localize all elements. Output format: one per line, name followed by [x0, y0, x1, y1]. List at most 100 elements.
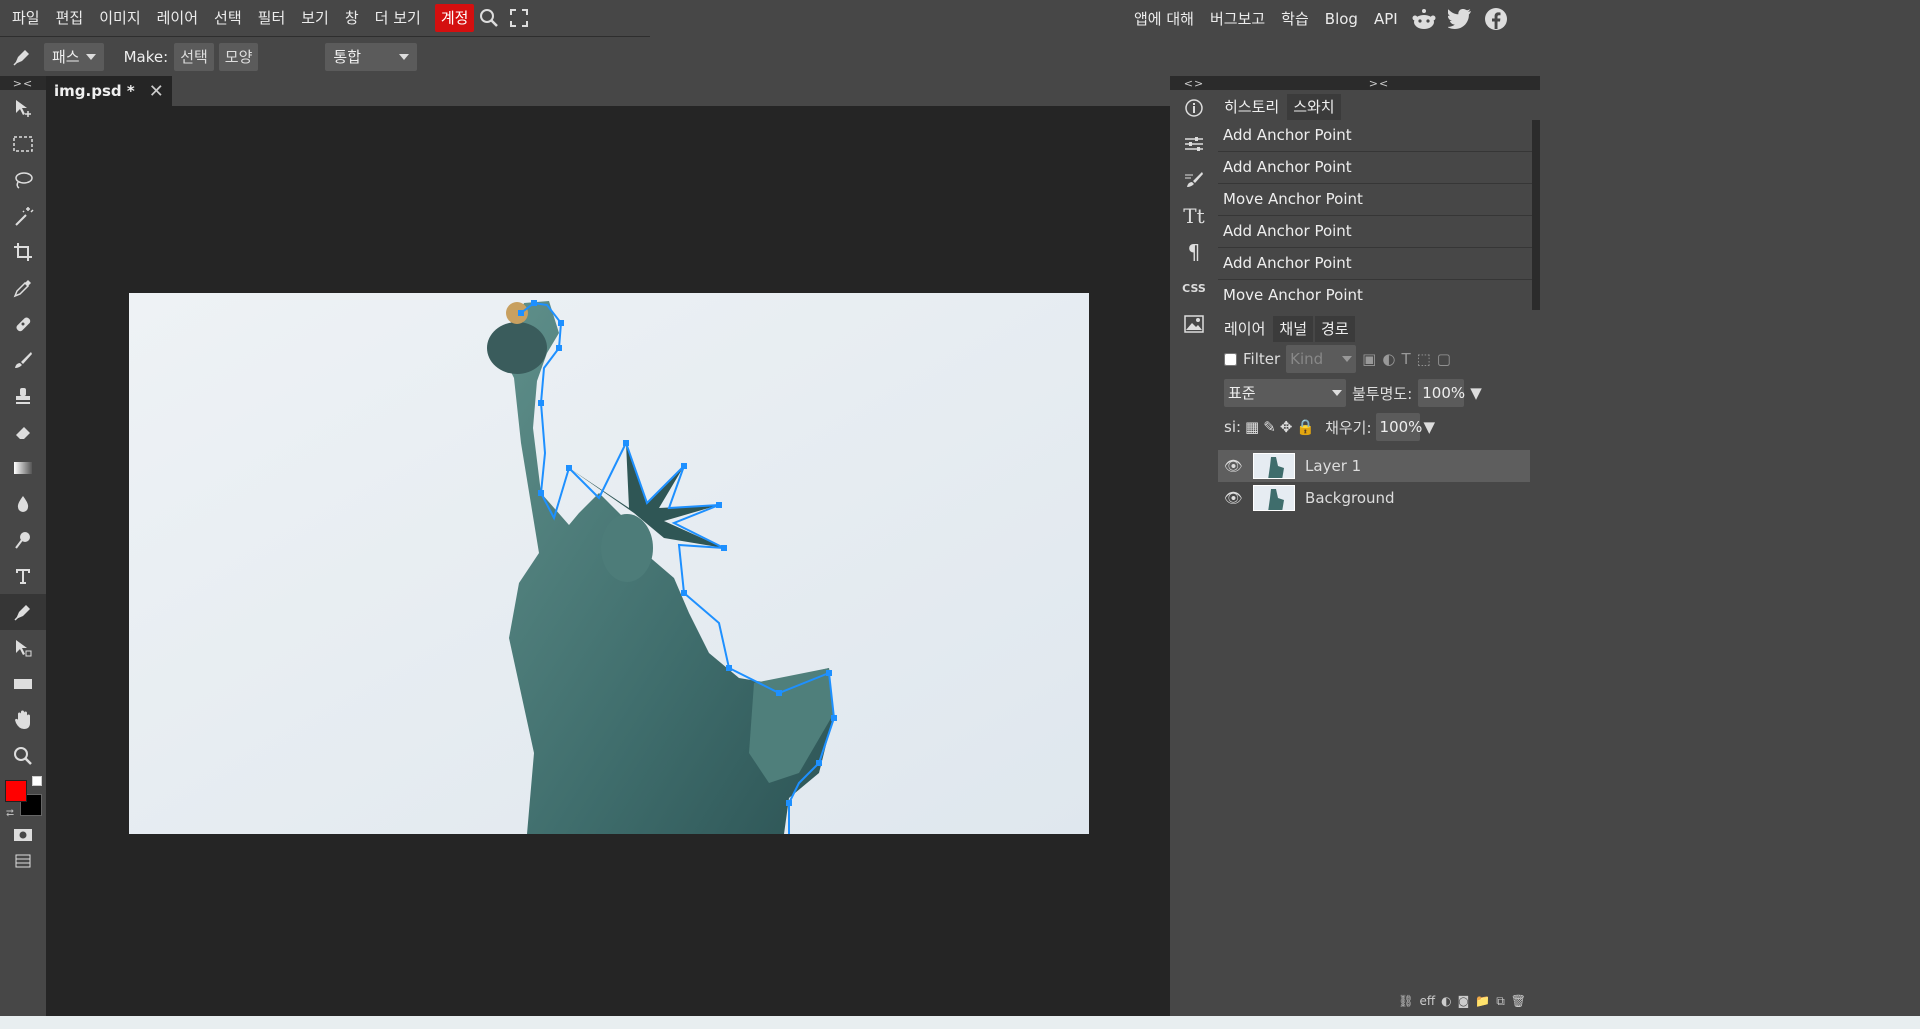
type-tool-icon[interactable] — [0, 558, 46, 594]
menu-layer[interactable]: 레이어 — [149, 4, 206, 32]
minipanel-collapse-toggle[interactable]: <> — [1170, 76, 1218, 90]
opacity-input[interactable]: 100% — [1418, 379, 1465, 407]
opacity-dropdown-icon[interactable]: ▼ — [1470, 384, 1482, 402]
document-tab[interactable]: img.psd * ✕ — [46, 76, 172, 106]
make-selection-button[interactable]: 선택 — [174, 43, 214, 71]
crop-tool-icon[interactable] — [0, 234, 46, 270]
screen-mode-icon[interactable] — [0, 848, 46, 874]
trash-icon[interactable]: 🗑 — [1511, 994, 1526, 1008]
visibility-eye-icon[interactable]: 👁 — [1224, 489, 1243, 507]
folder-icon[interactable]: 📁 — [1475, 994, 1490, 1008]
hand-tool-icon[interactable] — [0, 702, 46, 738]
new-layer-icon[interactable]: ⧉ — [1496, 994, 1505, 1009]
path-mode-dropdown[interactable]: 패스 — [44, 43, 104, 71]
menu-more[interactable]: 더 보기 — [367, 4, 429, 32]
image-canvas[interactable] — [129, 293, 1089, 834]
menu-file[interactable]: 파일 — [4, 4, 48, 32]
dodge-tool-icon[interactable] — [0, 522, 46, 558]
link-icon[interactable]: ⛓ — [1398, 994, 1413, 1008]
lock-transparency-icon[interactable]: ▦ — [1245, 418, 1259, 436]
blur-tool-icon[interactable] — [0, 486, 46, 522]
default-colors-icon[interactable] — [32, 776, 42, 786]
eyedropper-tool-icon[interactable] — [0, 270, 46, 306]
search-icon[interactable] — [474, 4, 504, 32]
zoom-tool-icon[interactable] — [0, 738, 46, 774]
history-item[interactable]: Move Anchor Point — [1218, 184, 1532, 216]
history-item[interactable]: Add Anchor Point — [1218, 216, 1532, 248]
adjustments-icon[interactable] — [1170, 126, 1218, 162]
lock-all-icon[interactable]: 🔒 — [1296, 418, 1315, 436]
menu-report-bug[interactable]: 버그보고 — [1202, 5, 1273, 33]
paragraph-icon[interactable]: ¶ — [1170, 234, 1218, 270]
eraser-tool-icon[interactable] — [0, 414, 46, 450]
menu-image[interactable]: 이미지 — [91, 4, 148, 32]
menu-window[interactable]: 창 — [337, 4, 367, 32]
pen-tool-icon[interactable] — [0, 594, 46, 630]
effects-button[interactable]: eff — [1419, 994, 1435, 1008]
tab-swatches[interactable]: 스와치 — [1287, 94, 1341, 120]
lock-paint-icon[interactable]: ✎ — [1263, 418, 1276, 436]
image-panel-icon[interactable] — [1170, 306, 1218, 342]
combine-mode-dropdown[interactable]: 통합 — [325, 43, 418, 71]
visibility-eye-icon[interactable]: 👁 — [1224, 457, 1243, 475]
menu-view[interactable]: 보기 — [293, 4, 337, 32]
move-tool-icon[interactable] — [0, 90, 46, 126]
blend-mode-dropdown[interactable]: 표준 — [1224, 379, 1346, 407]
make-shape-button[interactable]: 모양 — [218, 43, 259, 71]
layer-row[interactable]: 👁 Background — [1218, 482, 1540, 514]
tab-history[interactable]: 히스토리 — [1218, 94, 1286, 120]
toolbar-collapse-toggle[interactable]: >< — [0, 76, 46, 90]
panels-collapse-toggle[interactable]: >< — [1218, 76, 1540, 90]
menu-bar: 파일 편집 이미지 레이어 선택 필터 보기 창 더 보기 계정 앱에 대해 버… — [0, 0, 1540, 37]
history-item[interactable]: Move Anchor Point — [1218, 280, 1532, 310]
menu-about[interactable]: 앱에 대해 — [1126, 5, 1202, 33]
kind-dropdown[interactable]: Kind — [1286, 345, 1357, 373]
magic-wand-tool-icon[interactable] — [0, 198, 46, 234]
image-filter-icon[interactable]: ▣ — [1362, 350, 1376, 368]
gradient-tool-icon[interactable] — [0, 450, 46, 486]
facebook-icon[interactable] — [1478, 7, 1514, 31]
reddit-icon[interactable] — [1406, 8, 1442, 30]
foreground-color-swatch[interactable] — [5, 780, 27, 802]
mask-icon[interactable]: ◙ — [1458, 994, 1470, 1008]
tab-channels[interactable]: 채널 — [1273, 316, 1314, 342]
twitter-icon[interactable] — [1442, 8, 1478, 29]
adjustment-filter-icon[interactable]: ◐ — [1382, 350, 1395, 368]
layer-row[interactable]: 👁 Layer 1 — [1218, 450, 1530, 482]
filter-checkbox[interactable] — [1224, 352, 1237, 366]
account-button[interactable]: 계정 — [434, 4, 475, 32]
path-select-tool-icon[interactable] — [0, 630, 46, 666]
shape-filter-icon[interactable]: ⬚ — [1417, 350, 1431, 368]
tab-paths[interactable]: 경로 — [1315, 316, 1355, 342]
history-item[interactable]: Add Anchor Point — [1218, 248, 1532, 280]
history-item[interactable]: Add Anchor Point — [1218, 120, 1532, 152]
brush-settings-icon[interactable] — [1170, 162, 1218, 198]
lasso-tool-icon[interactable] — [0, 162, 46, 198]
fill-input[interactable]: 100% — [1375, 413, 1422, 441]
character-panel-icon[interactable]: Tt — [1170, 198, 1218, 234]
lock-position-icon[interactable]: ✥ — [1280, 418, 1293, 436]
quick-mask-icon[interactable] — [0, 822, 46, 848]
history-item[interactable]: Add Anchor Point — [1218, 152, 1532, 184]
smart-object-filter-icon[interactable]: ▢ — [1437, 350, 1451, 368]
healing-brush-tool-icon[interactable] — [0, 306, 46, 342]
menu-select[interactable]: 선택 — [206, 4, 250, 32]
adjustment-icon[interactable]: ◐ — [1441, 994, 1451, 1008]
fullscreen-icon[interactable] — [504, 4, 534, 32]
fill-dropdown-icon[interactable]: ▼ — [1424, 418, 1436, 436]
stamp-tool-icon[interactable] — [0, 378, 46, 414]
marquee-tool-icon[interactable] — [0, 126, 46, 162]
menu-filter[interactable]: 필터 — [250, 4, 294, 32]
menu-learn[interactable]: 학습 — [1273, 5, 1317, 33]
css-panel-icon[interactable]: CSS — [1170, 270, 1218, 306]
info-icon[interactable] — [1170, 90, 1218, 126]
tab-layers[interactable]: 레이어 — [1218, 316, 1272, 342]
type-filter-icon[interactable]: T — [1401, 350, 1410, 368]
menu-edit[interactable]: 편집 — [48, 4, 92, 32]
shape-tool-icon[interactable] — [0, 666, 46, 702]
menu-blog[interactable]: Blog — [1317, 5, 1366, 33]
menu-api[interactable]: API — [1366, 5, 1406, 33]
close-icon[interactable]: ✕ — [149, 81, 164, 102]
brush-tool-icon[interactable] — [0, 342, 46, 378]
swap-colors-icon[interactable]: ⮂ — [6, 808, 14, 819]
